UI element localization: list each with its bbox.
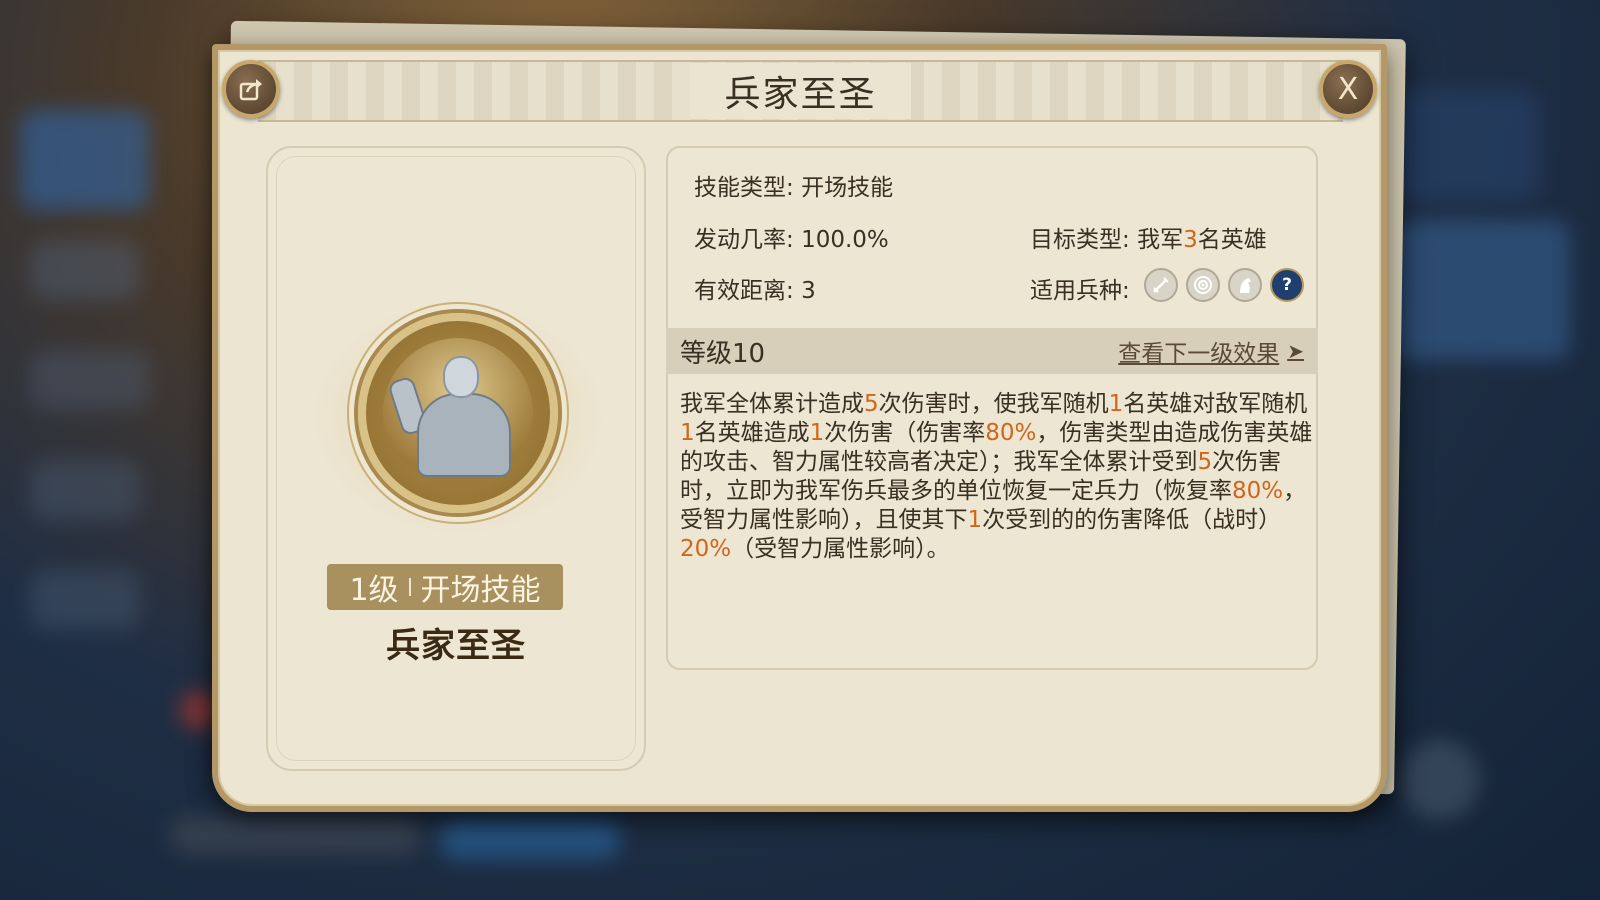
description-text: 次伤害时，使我军随机 (878, 391, 1109, 417)
description-text: （受智力属性影响）。 (731, 536, 950, 562)
skill-detail-dialog: 兵家至圣 X 1级 开场技能 兵家至圣 技能类型: 开场技能 发动几率: 100… (212, 44, 1387, 812)
level-label: 等级10 (680, 338, 766, 369)
background-blur (170, 815, 420, 855)
range-label: 有效距离: (694, 278, 794, 304)
background-blur (1400, 740, 1480, 820)
skill-portrait (358, 313, 558, 513)
skill-description: 我军全体累计造成5次伤害时，使我军随机1名英雄对敌军随机1名英雄造成1次伤害（伤… (680, 390, 1314, 564)
unit-types-row: 适用兵种: (1030, 271, 1130, 305)
trigger-rate-label: 发动几率: (694, 227, 794, 253)
skill-type-label: 技能类型: (694, 175, 794, 201)
close-button[interactable]: X (1319, 60, 1377, 118)
figure-head (443, 356, 479, 398)
badge-level: 1级 (349, 573, 399, 608)
description-highlight: 5 (1197, 449, 1213, 475)
description-highlight: 20% (680, 536, 732, 562)
infantry-sword-icon[interactable] (1144, 268, 1178, 302)
description-highlight: 1 (680, 420, 695, 446)
description-text: 次伤害（伤害率 (824, 420, 986, 446)
chevron-right-icon: ➤ (1287, 339, 1304, 363)
background-blur (30, 460, 140, 520)
trigger-rate-row: 发动几率: 100.0% (694, 220, 889, 254)
unit-types-label: 适用兵种: (1030, 278, 1130, 304)
description-text: 次受到的的伤害降低（战时） (982, 507, 1282, 533)
description-highlight: 1 (1108, 391, 1124, 417)
description-text: 我军全体累计造成 (680, 391, 864, 417)
description-highlight: 80% (985, 420, 1037, 446)
target-type-prefix: 我军 (1137, 227, 1184, 253)
range-value: 3 (801, 278, 816, 304)
target-type-label: 目标类型: (1030, 227, 1130, 253)
badge-divider (408, 578, 411, 596)
background-blur (30, 570, 140, 630)
background-blur (440, 820, 620, 860)
background-blur (20, 110, 150, 210)
range-row: 有效距离: 3 (694, 271, 816, 305)
trigger-rate-value: 100.0% (801, 227, 889, 253)
share-icon (239, 79, 262, 101)
skill-type-row: 技能类型: 开场技能 (694, 168, 893, 202)
target-type-row: 目标类型: 我军3名英雄 (1030, 220, 1267, 254)
description-highlight: 80% (1232, 478, 1284, 504)
help-question-icon[interactable]: ? (1270, 268, 1304, 302)
unit-type-icons: ? (1144, 268, 1304, 302)
description-highlight: 5 (864, 391, 879, 417)
dialog-title: 兵家至圣 (690, 63, 911, 119)
skill-name: 兵家至圣 (386, 626, 526, 666)
background-blur (30, 350, 150, 410)
target-count: 3 (1183, 227, 1198, 253)
skill-card: 1级 开场技能 兵家至圣 (266, 146, 646, 771)
background-blur (30, 240, 140, 300)
next-level-link[interactable]: 查看下一级效果 ➤ (1118, 334, 1304, 368)
skill-type-value: 开场技能 (801, 175, 894, 201)
target-type-suffix: 名英雄 (1197, 227, 1267, 253)
share-button[interactable] (222, 60, 280, 118)
description-text: 名英雄造成 (694, 420, 810, 446)
badge-type: 开场技能 (420, 573, 541, 608)
next-level-text: 查看下一级效果 (1118, 341, 1280, 367)
figure-body (417, 393, 511, 477)
help-symbol: ? (1282, 275, 1292, 295)
level-bar: 等级10 查看下一级效果 ➤ (666, 328, 1318, 374)
archer-target-icon[interactable] (1186, 268, 1220, 302)
skill-level-badge: 1级 开场技能 (327, 564, 563, 610)
scholar-figure-icon (383, 338, 533, 488)
description-text: 名英雄对敌军随机 (1123, 391, 1308, 417)
description-highlight: 1 (967, 507, 983, 533)
background-blur (1390, 220, 1570, 360)
cavalry-horse-icon[interactable] (1228, 268, 1262, 302)
close-icon: X (1337, 71, 1359, 107)
title-bar: 兵家至圣 (258, 60, 1343, 122)
description-highlight: 1 (809, 420, 825, 446)
